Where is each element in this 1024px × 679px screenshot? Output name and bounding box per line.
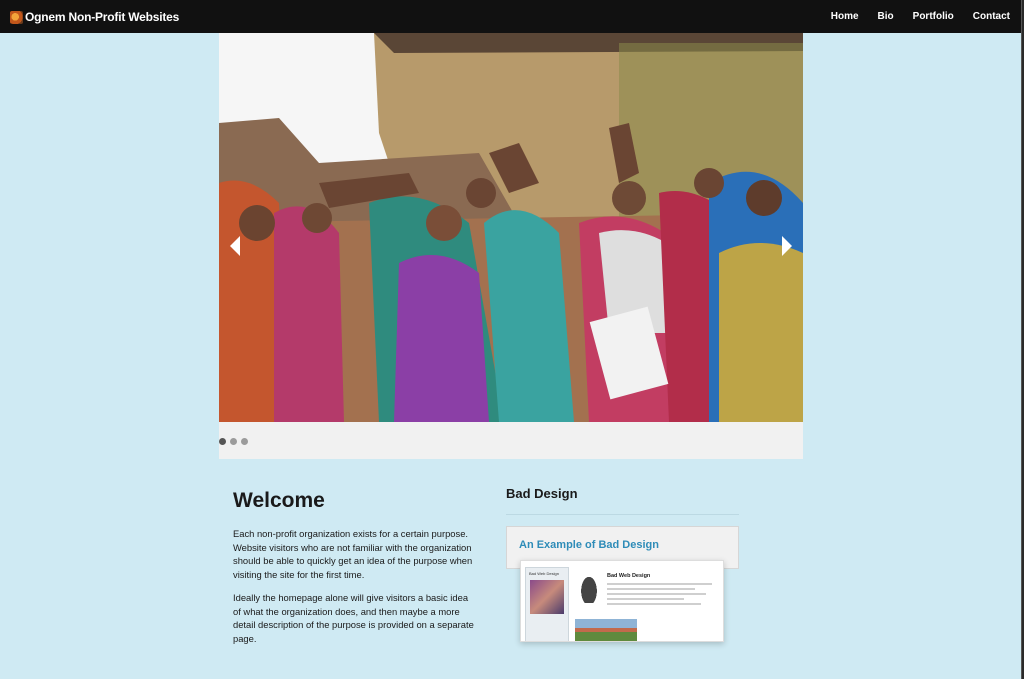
welcome-paragraph-2: Ideally the homepage alone will give vis… xyxy=(233,592,474,644)
hero-slider[interactable] xyxy=(219,33,803,422)
nav-home[interactable]: Home xyxy=(831,11,859,22)
slider-dot-2[interactable] xyxy=(230,438,237,445)
main-nav: Home Bio Portfolio Contact xyxy=(812,11,1010,22)
post-card-title-link[interactable]: An Example of Bad Design xyxy=(519,539,659,551)
slider-dot-3[interactable] xyxy=(241,438,248,445)
thumbnail-photo xyxy=(530,580,564,614)
welcome-heading: Welcome xyxy=(233,489,325,512)
bad-design-section: Bad Design An Example of Bad Design Bad … xyxy=(506,486,739,642)
brand[interactable]: Ognem Non-Profit Websites xyxy=(10,10,179,24)
grenade-icon xyxy=(579,573,599,603)
slider-pagination xyxy=(219,422,803,459)
thumbnail-sidebar: Bad Web Design xyxy=(525,567,569,641)
bad-design-heading: Bad Design xyxy=(506,486,578,501)
welcome-paragraph-1: Each non-profit organization exists for … xyxy=(233,528,473,580)
thumbnail-building-image xyxy=(575,619,637,641)
thumbnail-title: Bad Web Design xyxy=(607,573,651,579)
chevron-right-icon[interactable] xyxy=(782,236,792,256)
thumbnail-sidebar-title: Bad Web Design xyxy=(529,571,559,576)
photo-icon xyxy=(219,33,803,422)
post-thumbnail[interactable]: Bad Web Design Bad Web Design xyxy=(520,560,724,642)
nav-bio[interactable]: Bio xyxy=(878,11,894,22)
nav-portfolio[interactable]: Portfolio xyxy=(913,11,954,22)
slider-dot-1[interactable] xyxy=(219,438,226,445)
top-navbar: Ognem Non-Profit Websites Home Bio Portf… xyxy=(0,0,1021,33)
browser-window: Ognem Non-Profit Websites Home Bio Portf… xyxy=(0,0,1022,679)
nav-contact[interactable]: Contact xyxy=(973,11,1010,22)
thumbnail-text-lines xyxy=(607,583,717,608)
brand-name: Ognem Non-Profit Websites xyxy=(25,10,180,24)
brand-logo-icon xyxy=(10,10,23,24)
welcome-section: Welcome Each non-profit organization exi… xyxy=(233,489,478,655)
divider xyxy=(506,514,739,515)
chevron-left-icon[interactable] xyxy=(230,236,240,256)
